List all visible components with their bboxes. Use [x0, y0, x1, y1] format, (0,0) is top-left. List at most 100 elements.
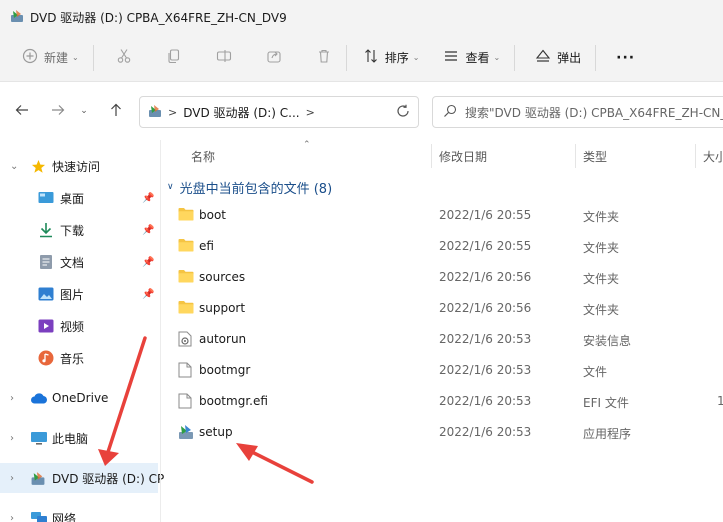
column-header-date[interactable]: 修改日期 [439, 142, 487, 170]
recent-locations-button[interactable]: ⌄ [74, 96, 94, 126]
chevron-down-icon: ∨ [167, 182, 174, 192]
pc-icon [30, 431, 48, 446]
chevron-right-icon[interactable]: › [10, 393, 14, 404]
chevron-down-icon: ⌄ [72, 53, 79, 62]
sidebar-item-pictures[interactable]: 图片 📌 [0, 279, 158, 309]
sort-button-label: 排序 [384, 51, 409, 65]
desktop-icon [38, 191, 54, 205]
pin-icon: 📌 [142, 288, 155, 300]
chevron-right-icon[interactable]: › [10, 433, 14, 444]
share-button[interactable] [258, 41, 290, 75]
navigation-pane: ⌄ 快速访问 桌面 📌 下载 📌 文档 📌 图片 📌 视频 音乐 › OneDr… [0, 140, 164, 522]
group-header[interactable]: ∨ 光盘中当前包含的文件 (8) [167, 176, 332, 198]
more-options-button[interactable]: ··· [608, 41, 643, 75]
breadcrumb-separator[interactable]: > [306, 106, 315, 119]
file-date: 2022/1/6 20:55 [439, 239, 532, 253]
file-date: 2022/1/6 20:55 [439, 208, 532, 222]
file-date: 2022/1/6 20:53 [439, 425, 532, 439]
music-icon [38, 350, 54, 366]
column-resize-handle[interactable] [431, 144, 432, 168]
file-row[interactable]: boot 2022/1/6 20:55 文件夹 [161, 200, 723, 231]
plus-circle-icon [22, 48, 38, 67]
file-date: 2022/1/6 20:53 [439, 363, 532, 377]
sidebar-item-quick-access[interactable]: ⌄ 快速访问 [0, 151, 158, 181]
folder-icon [178, 269, 194, 286]
file-name: sources [199, 270, 246, 284]
sidebar-item-label: 网络 [52, 511, 77, 522]
dvd-icon [30, 471, 46, 486]
view-button[interactable]: 查看 ⌄ [435, 41, 508, 75]
search-icon [443, 104, 457, 121]
sidebar-item-documents[interactable]: 文档 📌 [0, 247, 158, 277]
file-row[interactable]: efi 2022/1/6 20:55 文件夹 [161, 231, 723, 262]
file-icon [178, 393, 192, 412]
folder-icon [178, 207, 194, 224]
file-date: 2022/1/6 20:53 [439, 394, 532, 408]
column-header-name[interactable]: 名称 [191, 142, 215, 170]
folder-icon [178, 300, 194, 317]
chevron-down-icon[interactable]: ⌄ [10, 161, 18, 172]
sidebar-item-label: 文档 [60, 255, 85, 270]
sidebar-item-dvd-drive[interactable]: › DVD 驱动器 (D:) CP [0, 463, 164, 493]
file-type: 文件 [583, 365, 608, 379]
column-header-type[interactable]: 类型 [583, 142, 607, 170]
file-date: 2022/1/6 20:56 [439, 270, 532, 284]
address-field[interactable]: > DVD 驱动器 (D:) C... > [139, 96, 419, 128]
view-button-label: 查看 [465, 51, 490, 65]
copy-button[interactable] [158, 41, 190, 75]
back-button[interactable] [8, 96, 36, 126]
chevron-down-icon: ⌄ [493, 53, 501, 62]
cut-button[interactable] [108, 41, 140, 75]
file-name: setup [199, 425, 233, 439]
pin-icon: 📌 [142, 256, 155, 268]
breadcrumb-separator: > [168, 105, 178, 119]
title-bar: DVD 驱动器 (D:) CPBA_X64FRE_ZH-CN_DV9 [0, 0, 723, 34]
eject-button-label: 弹出 [557, 51, 582, 65]
sidebar-item-network[interactable]: › 网络 [0, 503, 158, 522]
chevron-right-icon[interactable]: › [10, 473, 14, 484]
sidebar-item-videos[interactable]: 视频 [0, 311, 158, 341]
refresh-icon [397, 104, 409, 117]
trash-icon [316, 48, 332, 67]
eject-button[interactable]: 弹出 [527, 41, 589, 75]
arrow-left-icon [15, 103, 29, 120]
document-icon [39, 254, 53, 270]
sidebar-item-desktop[interactable]: 桌面 📌 [0, 183, 158, 213]
breadcrumb-current[interactable]: DVD 驱动器 (D:) C... [183, 104, 299, 121]
view-lines-icon [443, 48, 459, 67]
sidebar-item-music[interactable]: 音乐 [0, 343, 158, 373]
file-row[interactable]: bootmgr.efi 2022/1/6 20:53 EFI 文件 1 [161, 386, 723, 417]
up-button[interactable] [102, 96, 130, 126]
sidebar-item-downloads[interactable]: 下载 📌 [0, 215, 158, 245]
sidebar-item-this-pc[interactable]: › 此电脑 [0, 423, 158, 453]
sidebar-item-onedrive[interactable]: › OneDrive [0, 383, 158, 413]
new-button[interactable]: 新建 ⌄ [14, 41, 87, 75]
column-header-size[interactable]: 大小 [703, 142, 723, 170]
file-row[interactable]: autorun 2022/1/6 20:53 安装信息 [161, 324, 723, 355]
file-row[interactable]: bootmgr 2022/1/6 20:53 文件 [161, 355, 723, 386]
file-name: bootmgr [199, 363, 251, 377]
picture-icon [38, 287, 54, 301]
file-type: EFI 文件 [583, 396, 629, 410]
file-row[interactable]: support 2022/1/6 20:56 文件夹 [161, 293, 723, 324]
share-icon [266, 48, 282, 67]
delete-button[interactable] [308, 41, 340, 75]
file-row[interactable]: setup 2022/1/6 20:53 应用程序 [161, 417, 723, 448]
forward-button[interactable] [44, 96, 72, 126]
toolbar-separator [92, 44, 94, 71]
column-resize-handle[interactable] [575, 144, 576, 168]
file-list: 名称 ⌃ 修改日期 类型 大小 ∨ 光盘中当前包含的文件 (8) boot 20… [161, 140, 723, 522]
column-resize-handle[interactable] [695, 144, 696, 168]
chevron-right-icon[interactable]: › [10, 513, 14, 522]
search-box[interactable]: 搜索"DVD 驱动器 (D:) CPBA_X64FRE_ZH-CN_DV9" [432, 96, 723, 128]
sidebar-item-label: DVD 驱动器 (D:) CP [52, 471, 165, 486]
file-type: 文件夹 [583, 210, 620, 224]
sort-button[interactable]: 排序 ⌄ [355, 41, 428, 75]
rename-button[interactable] [208, 41, 240, 75]
file-row[interactable]: sources 2022/1/6 20:56 文件夹 [161, 262, 723, 293]
refresh-button[interactable] [396, 104, 410, 121]
toolbar-separator [595, 44, 597, 71]
chevron-down-icon: ⌄ [412, 53, 420, 62]
toolbar-separator [345, 44, 347, 71]
search-placeholder: 搜索"DVD 驱动器 (D:) CPBA_X64FRE_ZH-CN_DV9" [465, 105, 723, 120]
